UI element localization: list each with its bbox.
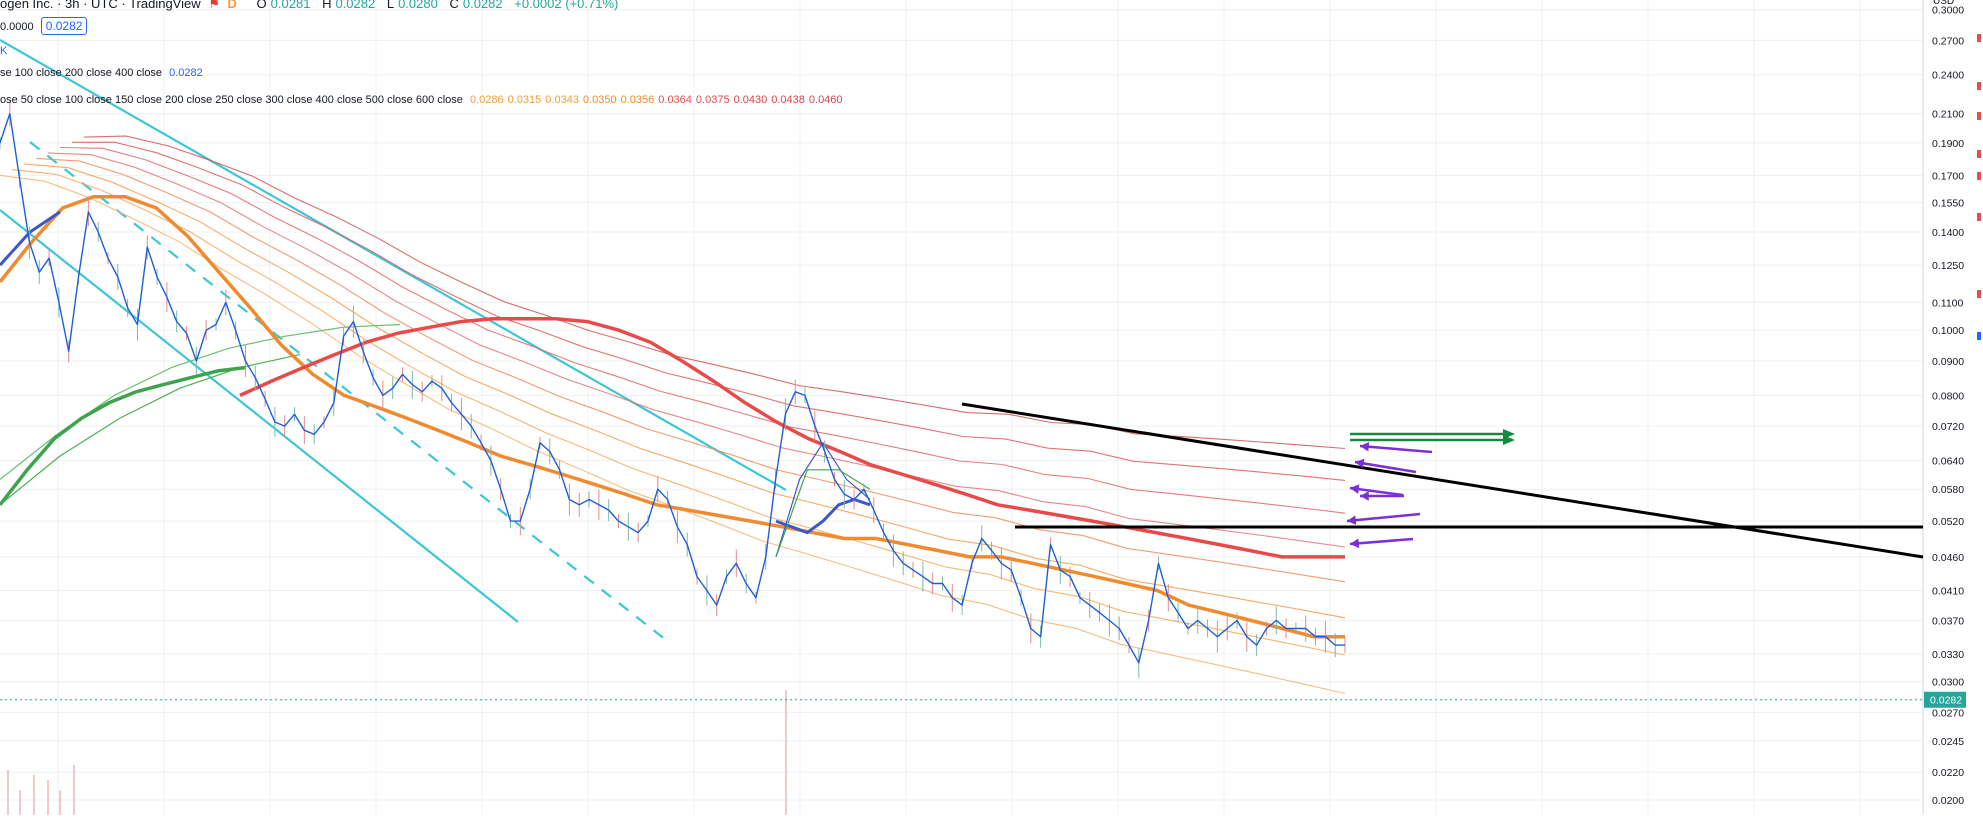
price-tick-label: 0.2400 (1932, 70, 1964, 82)
indicator-ma-label[interactable]: se 100 close 200 close 400 close (0, 67, 162, 79)
price-tick-label: 0.1400 (1932, 227, 1964, 239)
price-tick-label: 0.0410 (1932, 585, 1964, 597)
ohlc-close: C 0.0282 (449, 0, 503, 11)
price-tick-label: 0.1700 (1932, 170, 1964, 182)
price-tick-label: 0.0460 (1932, 552, 1964, 564)
price-tick-label: 0.1000 (1932, 325, 1964, 337)
indicator-label-k[interactable]: K (0, 45, 7, 57)
price-tick-label: 0.0580 (1932, 484, 1964, 496)
price-tick-label: 0.0370 (1932, 615, 1964, 627)
indicator-left-value: 0.0000 (0, 21, 34, 33)
price-tick-label: 0.1550 (1932, 197, 1964, 209)
ohlc-change: +0.0002 (+0.71%) (514, 0, 619, 11)
right-edge-marker (1977, 332, 1981, 340)
price-tick-label: 0.0245 (1932, 736, 1964, 748)
ma-value-2: 0.0315 (507, 94, 542, 106)
right-edge-marker (1977, 34, 1981, 42)
ohlc-high: H 0.0282 (322, 0, 376, 11)
price-tick-label: 0.0200 (1932, 795, 1964, 807)
price-tick-label: 0.0220 (1932, 767, 1964, 779)
price-tick-label: 0.0270 (1932, 707, 1964, 719)
price-tick-label: 0.1900 (1932, 138, 1964, 150)
right-edge-marker (1977, 82, 1981, 90)
ma-value-8: 0.0430 (733, 94, 768, 106)
indicator-row-2: K (0, 45, 11, 57)
price-tick-label: 0.0640 (1932, 456, 1964, 468)
indicator-ma-value: 0.0282 (169, 67, 203, 79)
price-tick-label: 0.1250 (1932, 260, 1964, 272)
ma-value-5: 0.0356 (620, 94, 655, 106)
header-legend: ogen Inc. · 3h · UTC · TradingView ⚑ D O… (0, 0, 622, 12)
price-tick-label: 0.2100 (1932, 109, 1964, 121)
last-price-label: 0.0282 (1930, 695, 1962, 707)
price-tick-label: 0.2700 (1932, 35, 1964, 47)
chart-area[interactable]: 0.3000 0.2700 0.2400 0.2100 0.1900 0.1700 0.15… (0, 0, 1983, 815)
ma-value-10: 0.0460 (808, 94, 843, 106)
right-edge-marker (1977, 290, 1981, 298)
ma-value-4: 0.0350 (582, 94, 617, 106)
indicator-value-box[interactable]: 0.0282 (40, 17, 88, 35)
ma-value-9: 0.0438 (771, 94, 805, 106)
right-edge-marker (1977, 172, 1981, 180)
indicator-row-4: ose 50 close 100 close 150 close 200 clo… (0, 94, 851, 106)
d-badge[interactable]: D (228, 0, 237, 11)
ma-value-3: 0.0343 (545, 94, 579, 106)
price-tick-label: 0.0900 (1932, 356, 1964, 368)
indicator-row-3: se 100 close 200 close 400 close 0.0282 (0, 67, 207, 79)
price-tick-label: 0.0300 (1932, 677, 1964, 689)
indicator-ma-multi-label[interactable]: ose 50 close 100 close 150 close 200 clo… (0, 94, 463, 106)
ma-value-7: 0.0375 (695, 94, 730, 106)
right-edge-markers (1977, 0, 1983, 815)
ohlc-open: O 0.0281 (256, 0, 311, 11)
ma-value-6: 0.0364 (658, 94, 692, 106)
price-chart-svg[interactable]: 0.30000.27000.24000.21000.19000.17000.15… (0, 0, 1983, 815)
price-tick-label: 0.0800 (1932, 390, 1964, 402)
indicator-row-1: 0.0000 0.0282 (0, 17, 91, 35)
right-edge-marker (1977, 150, 1981, 158)
price-tick-label: 0.0720 (1932, 421, 1964, 433)
ma-value-1: 0.0286 (469, 94, 504, 106)
price-tick-label: 0.0330 (1932, 649, 1964, 661)
price-tick-label: 0.1100 (1932, 297, 1963, 309)
right-edge-marker (1977, 112, 1981, 120)
price-tick-label: 0.0520 (1932, 516, 1964, 528)
indicator-ma-values: 0.0286 0.0315 0.0343 0.0350 0.0356 0.0364 0.03… (470, 94, 847, 106)
right-edge-marker (1977, 213, 1981, 221)
ohlc-low: L 0.0280 (386, 0, 438, 11)
symbol-title[interactable]: ogen Inc. · 3h · UTC · TradingView (0, 0, 201, 11)
flag-icon[interactable]: ⚑ (208, 0, 220, 11)
price-axis-unit: USD (1933, 0, 1954, 7)
